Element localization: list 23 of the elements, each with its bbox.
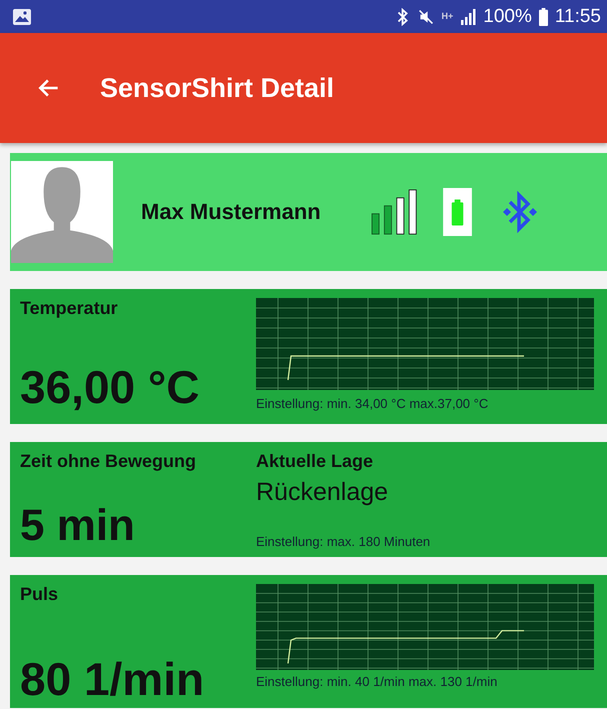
sensor-value: 5 min <box>20 501 136 551</box>
sensor-label: Temperatur <box>20 298 119 319</box>
signal-icon <box>460 8 476 26</box>
sensor-label: Aktuelle Lage <box>256 451 374 472</box>
setting-text: Einstellung: min. 40 1/min max. 130 1/min <box>256 674 498 689</box>
sensor-label: Zeit ohne Bewegung <box>20 451 198 472</box>
sensor-value: 36,00 °C <box>20 360 201 414</box>
person-name: Max Mustermann <box>141 199 321 225</box>
battery-icon <box>442 188 472 236</box>
battery-percent: 100% <box>483 6 532 28</box>
battery-icon <box>538 8 548 26</box>
screen-title: SensorShirt Detail <box>100 72 334 104</box>
signal-strength-icon <box>370 189 419 235</box>
clock: 11:55 <box>554 6 601 28</box>
setting-text: Einstellung: max. 180 Minuten <box>256 534 432 549</box>
position-value: Rückenlage <box>256 478 390 507</box>
setting-text: Einstellung: min. 34,00 °C max.37,00 °C <box>256 396 490 411</box>
image-icon <box>12 8 32 26</box>
avatar-icon <box>11 161 113 263</box>
network-type: H+ <box>441 12 454 21</box>
mute-icon <box>418 8 434 26</box>
sensor-value: 80 1/min <box>20 652 206 706</box>
sensor-label: Puls <box>20 584 60 605</box>
